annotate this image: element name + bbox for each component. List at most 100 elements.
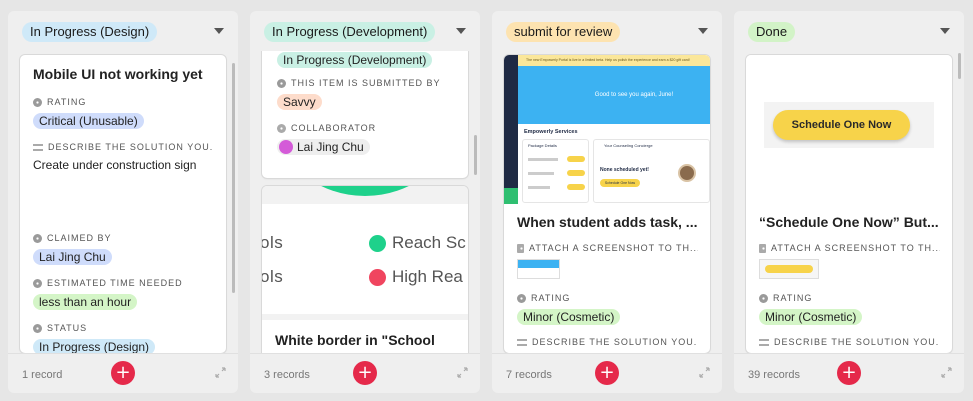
field-label: DESCRIBE THE SOLUTION YOU... — [759, 337, 940, 347]
column-body: Schedule One Now “Schedule One Now” But.… — [734, 51, 964, 353]
people-icon — [277, 123, 286, 133]
field-label: COLLABORATOR — [277, 123, 456, 133]
chevron-down-icon[interactable] — [940, 28, 950, 34]
column-in-progress-development: In Progress (Development) In Progress (D… — [250, 11, 480, 393]
legend-left-label: ols — [262, 267, 284, 286]
shot-side-accent — [504, 188, 518, 204]
expand-icon[interactable] — [941, 367, 952, 378]
shot-row — [528, 186, 550, 189]
chevron-down-icon[interactable] — [214, 28, 224, 34]
attachment-image: The new Empowerly Portal is live in a li… — [504, 55, 710, 204]
attachment-image: ols Reach Sc ols High Rea — [262, 186, 468, 320]
field-label: RATING — [517, 293, 698, 303]
submitter-tag: Savvy — [277, 94, 322, 110]
select-field-icon — [33, 97, 42, 107]
select-field-icon — [33, 323, 42, 333]
select-field-icon — [277, 78, 286, 88]
card-title: White border in "School — [275, 332, 435, 348]
field-label: ATTACH A SCREENSHOT TO TH... — [759, 243, 940, 253]
expand-icon[interactable] — [457, 367, 468, 378]
record-card[interactable]: The new Empowerly Portal is live in a li… — [504, 55, 710, 353]
shot-package-title: Package Details — [528, 143, 557, 148]
record-card[interactable]: Schedule One Now “Schedule One Now” But.… — [746, 55, 952, 353]
shot-services: Empowerly Services — [524, 129, 578, 135]
shot-schedule-button: Schedule One Now — [600, 179, 640, 187]
column-title[interactable]: In Progress (Development) — [264, 22, 436, 42]
legend-right-label: High Rea — [392, 267, 463, 286]
column-body: Mobile UI not working yet RATING Critica… — [8, 51, 238, 353]
record-card[interactable]: Mobile UI not working yet RATING Critica… — [20, 55, 226, 353]
field-label: STATUS — [33, 323, 214, 333]
field-label: DESCRIBE THE SOLUTION YOU... — [517, 337, 698, 347]
attachment-thumbnail[interactable] — [517, 259, 560, 279]
select-field-icon — [33, 233, 42, 243]
field-label: THIS ITEM IS SUBMITTED BY — [277, 78, 456, 88]
record-card[interactable]: ols Reach Sc ols High Rea White border i… — [262, 186, 468, 353]
add-record-button[interactable]: + — [111, 361, 135, 385]
column-title[interactable]: In Progress (Design) — [22, 22, 158, 42]
field-label: RATING — [759, 293, 940, 303]
attachment-image: Schedule One Now — [746, 55, 952, 204]
field-label: RATING — [33, 97, 214, 107]
shot-none: None scheduled yet! — [600, 167, 649, 173]
chevron-down-icon[interactable] — [698, 28, 708, 34]
field-label: CLAIMED BY — [33, 233, 214, 243]
record-count: 7 records — [506, 369, 552, 381]
claimed-tag: Lai Jing Chu — [33, 249, 112, 265]
select-field-icon — [517, 293, 526, 303]
field-label: ESTIMATED TIME NEEDED — [33, 278, 214, 288]
legend-dot-green — [369, 235, 386, 252]
attachment-icon — [517, 243, 524, 253]
card-title: “Schedule One Now” But... — [759, 214, 939, 230]
scrollbar[interactable] — [958, 53, 961, 79]
column-header: submit for review — [492, 11, 722, 51]
legend-dot-red — [369, 269, 386, 286]
column-title[interactable]: Done — [748, 22, 796, 42]
shot-sidebar — [504, 55, 518, 204]
add-record-button[interactable]: + — [595, 361, 619, 385]
status-tag: In Progress (Development) — [277, 52, 433, 68]
column-done: Done Schedule One Now “Schedule One Now”… — [734, 11, 964, 393]
add-record-button[interactable]: + — [837, 361, 861, 385]
column-footer: 1 record + — [8, 353, 238, 393]
add-record-button[interactable]: + — [353, 361, 377, 385]
time-tag: less than an hour — [33, 294, 138, 310]
shot-row — [528, 158, 558, 161]
long-text-icon — [33, 143, 43, 151]
collaborator-tag: Lai Jing Chu — [277, 139, 370, 155]
column-footer: 39 records + — [734, 353, 964, 393]
shot-row — [528, 172, 554, 175]
record-count: 1 record — [22, 369, 63, 381]
image-panel — [262, 204, 468, 314]
column-header: Done — [734, 11, 964, 51]
expand-icon[interactable] — [215, 367, 226, 378]
schedule-button-image: Schedule One Now — [773, 110, 910, 140]
shot-row-badge — [567, 184, 585, 190]
image-arc — [280, 186, 450, 196]
shot-row-badge — [567, 156, 585, 162]
expand-icon[interactable] — [699, 367, 710, 378]
long-text-icon — [517, 338, 527, 346]
select-field-icon — [33, 278, 42, 288]
field-label: DESCRIBE THE SOLUTION YOU... — [33, 142, 214, 152]
scrollbar[interactable] — [232, 63, 235, 293]
column-in-progress-design: In Progress (Design) Mobile UI not worki… — [8, 11, 238, 393]
rating-tag: Minor (Cosmetic) — [759, 309, 863, 325]
chevron-down-icon[interactable] — [456, 28, 466, 34]
record-count: 39 records — [748, 369, 800, 381]
column-title[interactable]: submit for review — [506, 22, 621, 42]
card-title: When student adds task, ... — [517, 214, 698, 230]
column-body: In Progress (Development) THIS ITEM IS S… — [250, 51, 480, 353]
column-header: In Progress (Design) — [8, 11, 238, 51]
scrollbar[interactable] — [474, 135, 477, 175]
attachment-icon — [759, 243, 766, 253]
rating-tag: Minor (Cosmetic) — [517, 309, 621, 325]
shot-row-badge — [567, 170, 585, 176]
column-footer: 7 records + — [492, 353, 722, 393]
select-field-icon — [759, 293, 768, 303]
record-card[interactable]: In Progress (Development) THIS ITEM IS S… — [262, 51, 468, 178]
column-footer: 3 records + — [250, 353, 480, 393]
attachment-thumbnail[interactable] — [759, 259, 819, 279]
legend-left-label: ols — [262, 233, 284, 252]
shot-hero: Good to see you again, June! — [518, 66, 710, 124]
